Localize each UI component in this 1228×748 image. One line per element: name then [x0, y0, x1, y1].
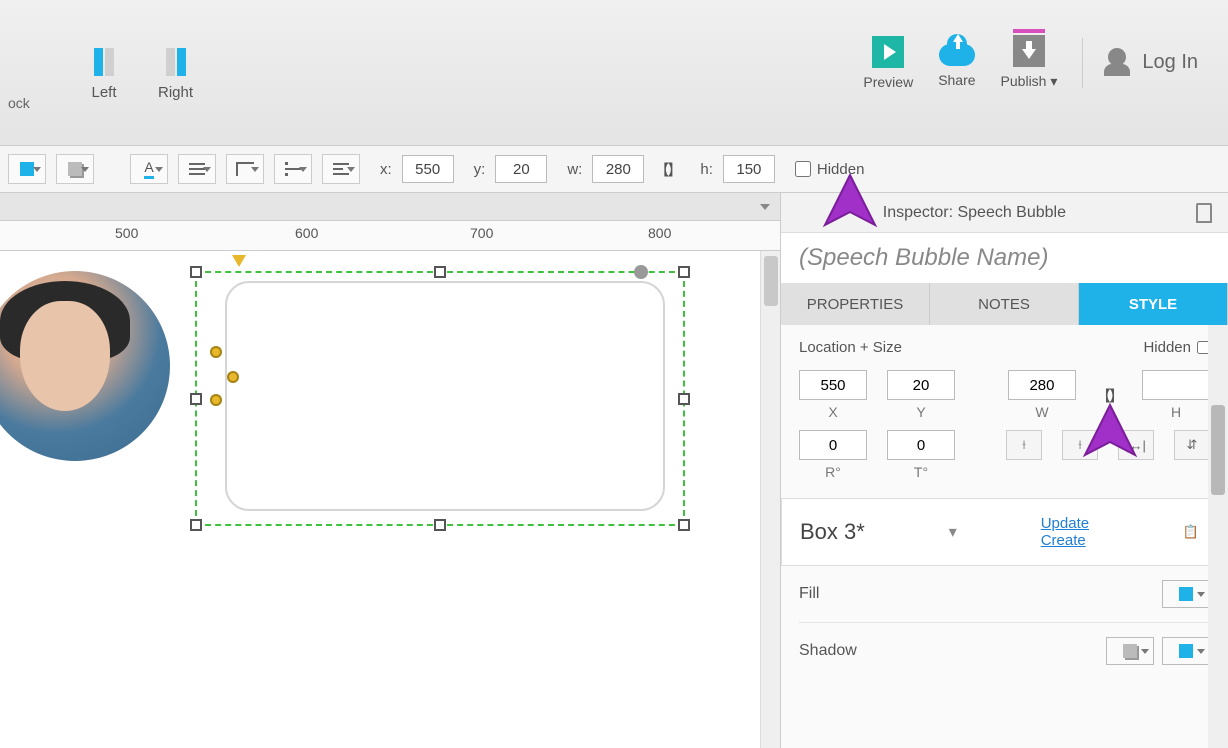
align-right-icon [162, 44, 190, 76]
panel-r-input[interactable] [799, 430, 867, 460]
panel-w-input[interactable] [1008, 370, 1076, 400]
publish-button[interactable]: Publish ▾ [1001, 35, 1058, 90]
font-color-dropdown[interactable]: A [130, 154, 168, 184]
canvas[interactable] [0, 251, 780, 748]
resize-handle[interactable] [434, 266, 446, 278]
create-style-link[interactable]: Create [1041, 532, 1089, 549]
resize-handle[interactable] [678, 266, 690, 278]
y-label: y: [474, 161, 486, 178]
widget-name-field[interactable]: (Speech Bubble Name) [781, 233, 1228, 283]
align-dropdown[interactable] [322, 154, 360, 184]
panel-t-input[interactable] [887, 430, 955, 460]
panel-vertical-scrollbar[interactable] [1208, 325, 1228, 748]
h-input[interactable] [723, 155, 775, 183]
document-icon[interactable] [1196, 203, 1212, 223]
preview-button[interactable]: Preview [863, 36, 913, 90]
panel-y-input[interactable] [887, 370, 955, 400]
collapse-icon[interactable] [760, 204, 770, 210]
resize-handle[interactable] [434, 519, 446, 531]
inspector-header: Inspector: Speech Bubble [781, 193, 1228, 233]
cloud-upload-icon [939, 38, 975, 66]
person-icon [1108, 48, 1126, 66]
flip-horizontal-button[interactable]: ⟊ [1006, 430, 1042, 460]
connector-handle[interactable] [634, 265, 648, 279]
tab-notes[interactable]: NOTES [930, 283, 1079, 325]
style-panel: Location + Size Hidden X Y W 【】 H R° T° … [781, 325, 1228, 748]
style-name[interactable]: Box 3* [800, 519, 865, 545]
style-manager-icon[interactable]: 📋 [1173, 517, 1209, 547]
fill-color-button[interactable] [1162, 580, 1210, 608]
main-area: 500 600 700 800 [0, 193, 1228, 748]
align-right-button[interactable]: Right [158, 44, 193, 101]
canvas-vertical-scrollbar[interactable] [760, 251, 780, 748]
line-weight-dropdown[interactable] [178, 154, 216, 184]
style-dropdown-arrow[interactable]: ▾ [949, 522, 957, 542]
w-label: w: [567, 161, 582, 178]
aspect-lock-icon[interactable]: 【】 [654, 159, 680, 180]
widget-style-section: Box 3* ▾ Update Create 📋 [781, 498, 1228, 566]
lock-label-partial: ock [8, 95, 30, 111]
format-toolbar: A x: y: w: 【】 h: Hidden [0, 145, 1228, 193]
resize-handle[interactable] [190, 519, 202, 531]
resize-handle[interactable] [678, 393, 690, 405]
panel-x-input[interactable] [799, 370, 867, 400]
shadow-style-button[interactable] [1106, 637, 1154, 665]
align-left-icon [90, 44, 118, 76]
rotation-handle[interactable] [232, 255, 246, 267]
location-size-label: Location + Size [799, 339, 902, 356]
shadow-color-button[interactable] [1162, 637, 1210, 665]
flip-vertical-button[interactable]: ⟊ [1062, 430, 1098, 460]
selection-outline [195, 271, 685, 526]
inspector-tabs: PROPERTIES NOTES STYLE [781, 283, 1228, 325]
inspector-title: Inspector: Speech Bubble [883, 204, 1066, 222]
hidden-checkbox-input[interactable] [795, 161, 811, 177]
panel-h-input[interactable] [1142, 370, 1210, 400]
resize-handle[interactable] [190, 266, 202, 278]
hidden-checkbox-panel[interactable]: Hidden [1143, 339, 1210, 356]
fit-width-button[interactable]: |↔| [1118, 430, 1154, 460]
resize-handle[interactable] [190, 393, 202, 405]
update-style-link[interactable]: Update [1041, 515, 1089, 532]
y-input[interactable] [495, 155, 547, 183]
x-input[interactable] [402, 155, 454, 183]
panel-aspect-lock-icon[interactable]: 【】 [1096, 385, 1122, 406]
h-label: h: [700, 161, 713, 178]
align-left-button[interactable]: Left [90, 44, 118, 101]
avatar-image[interactable] [0, 271, 170, 461]
share-button[interactable]: Share [938, 38, 975, 88]
w-input[interactable] [592, 155, 644, 183]
x-label: x: [380, 161, 392, 178]
shadow-label: Shadow [799, 642, 857, 660]
horizontal-ruler: 500 600 700 800 [0, 221, 780, 251]
list-style-dropdown[interactable] [274, 154, 312, 184]
fill-label: Fill [799, 585, 819, 603]
resize-handle[interactable] [678, 519, 690, 531]
fill-color-dropdown[interactable] [8, 154, 46, 184]
canvas-header-bar [0, 193, 780, 221]
border-dropdown[interactable] [226, 154, 264, 184]
fit-height-button[interactable]: ⇵ [1174, 430, 1210, 460]
tab-properties[interactable]: PROPERTIES [781, 283, 930, 325]
play-icon [872, 36, 904, 68]
login-button[interactable]: Log In [1108, 48, 1198, 78]
divider [1082, 38, 1083, 88]
inspector-panel: Inspector: Speech Bubble (Speech Bubble … [780, 193, 1228, 748]
download-icon [1013, 35, 1045, 67]
top-toolbar: ock Left Right Preview Share Publish ▾ L… [0, 0, 1228, 145]
tab-style[interactable]: STYLE [1079, 283, 1228, 325]
hidden-checkbox-toolbar[interactable]: Hidden [795, 161, 865, 178]
canvas-wrap: 500 600 700 800 [0, 193, 780, 748]
shadow-dropdown[interactable] [56, 154, 94, 184]
